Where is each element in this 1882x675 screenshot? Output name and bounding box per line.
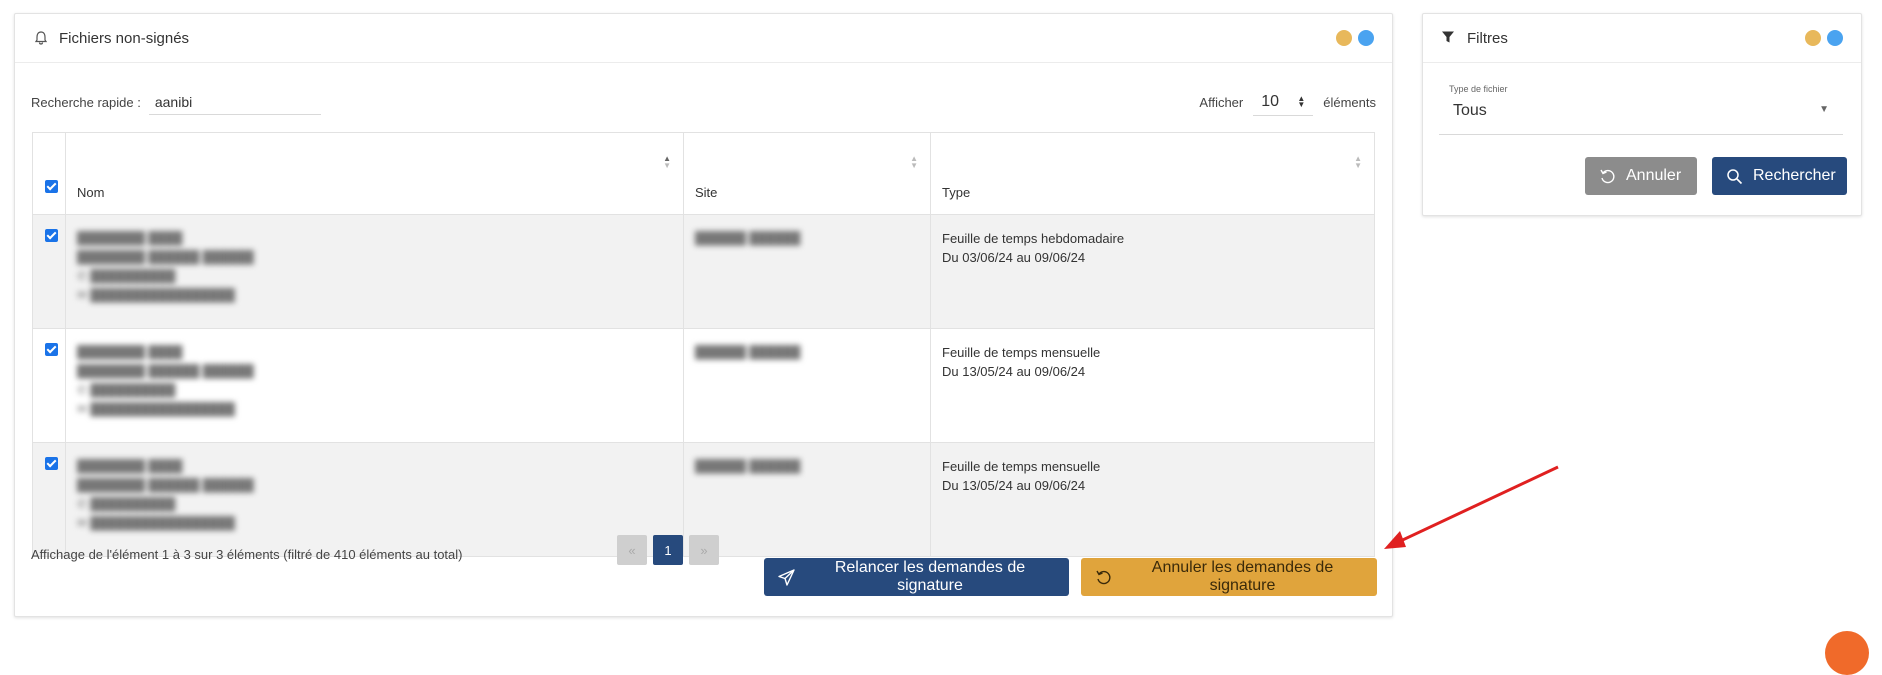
undo-icon xyxy=(1095,569,1112,586)
unsigned-files-table: Nom ▲ ▼ Site ▲ ▼ Type ▲ ▼ ████████ ████ ████… xyxy=(32,132,1375,557)
panel-controls xyxy=(1336,30,1374,46)
row-checkbox[interactable] xyxy=(45,457,58,470)
refresh-dot[interactable] xyxy=(1827,30,1843,46)
sort-icon: ▲ ▼ xyxy=(910,154,918,170)
table-row[interactable]: ████████ ████ ████████ ██████ ██████ ✆ ███… xyxy=(32,328,1375,443)
next-page-button[interactable]: » xyxy=(689,535,719,565)
quick-search-input[interactable] xyxy=(148,90,321,115)
site-cell-redacted: ██████ ██████ xyxy=(683,442,931,557)
red-annotation-arrow xyxy=(1384,465,1559,549)
pagination: « 1 » xyxy=(617,535,719,565)
select-all-checkbox[interactable] xyxy=(45,180,58,193)
panel-title: Fichiers non-signés xyxy=(59,29,190,47)
unsigned-files-panel: Fichiers non-signés Recherche rapide : A… xyxy=(14,13,1393,617)
panel-controls xyxy=(1805,30,1843,46)
sort-icon: ▲ ▼ xyxy=(1354,154,1362,170)
filter-icon xyxy=(1441,30,1457,46)
filters-panel: Filtres Type de fichier Tous ▼ Annuler R… xyxy=(1422,13,1862,216)
site-cell-redacted: ██████ ██████ xyxy=(683,328,931,443)
quick-search-label: Recherche rapide : xyxy=(31,95,141,110)
page-size-prefix: Afficher xyxy=(1199,94,1244,110)
row-checkbox-cell xyxy=(32,442,66,557)
cancel-requests-label: Annuler les demandes de signature xyxy=(1151,559,1334,594)
file-type: Feuille de temps mensuelle xyxy=(942,459,1101,474)
file-period: Du 13/05/24 au 09/06/24 xyxy=(942,364,1086,379)
file-period: Du 13/05/24 au 09/06/24 xyxy=(942,478,1086,493)
filters-header: Filtres xyxy=(1423,14,1861,63)
table-row[interactable]: ████████ ████ ████████ ██████ ██████ ✆ ███… xyxy=(32,214,1375,329)
resend-signature-requests-button[interactable]: Relancer les demandes de signature xyxy=(764,558,1069,596)
redacted-employee-info: ████████ ████ ████████ ██████ ██████ ✆ ███… xyxy=(77,459,254,530)
type-cell: Feuille de temps mensuelle Du 13/05/24 a… xyxy=(930,442,1375,557)
file-period: Du 03/06/24 au 09/06/24 xyxy=(942,250,1086,265)
row-checkbox[interactable] xyxy=(45,343,58,356)
file-type-value: Tous xyxy=(1453,102,1487,119)
resend-label: Relancer les demandes de signature xyxy=(834,559,1026,594)
row-checkbox-cell xyxy=(32,328,66,443)
undo-icon xyxy=(1599,168,1616,185)
collapse-dot[interactable] xyxy=(1336,30,1352,46)
search-icon xyxy=(1726,168,1743,185)
updown-icon: ▲ ▼ xyxy=(1297,93,1306,109)
column-header-name[interactable]: Nom ▲ ▼ xyxy=(65,132,684,215)
page-size-select[interactable]: 10 ▲ ▼ xyxy=(1253,88,1314,116)
refresh-dot[interactable] xyxy=(1358,30,1374,46)
site-cell-redacted: ██████ ██████ xyxy=(683,214,931,329)
redacted-employee-info: ████████ ████ ████████ ██████ ██████ ✆ ███… xyxy=(77,231,254,302)
panel-header: Fichiers non-signés xyxy=(15,14,1392,63)
pagination-info: Affichage de l'élément 1 à 3 sur 3 éléme… xyxy=(31,547,463,562)
prev-page-button[interactable]: « xyxy=(617,535,647,565)
collapse-dot[interactable] xyxy=(1805,30,1821,46)
file-type: Feuille de temps mensuelle xyxy=(942,345,1101,360)
cancel-signature-requests-button[interactable]: Annuler les demandes de signature xyxy=(1081,558,1377,596)
filter-cancel-label: Annuler xyxy=(1626,167,1682,184)
chevron-down-icon: ▼ xyxy=(1819,104,1829,115)
filter-search-button[interactable]: Rechercher xyxy=(1712,157,1847,195)
page-1-button[interactable]: 1 xyxy=(653,535,683,565)
sort-icon: ▲ ▼ xyxy=(663,154,671,170)
filter-cancel-button[interactable]: Annuler xyxy=(1585,157,1697,195)
row-checkbox-cell xyxy=(32,214,66,329)
bell-icon xyxy=(33,30,49,46)
file-type-select[interactable]: Type de fichier Tous ▼ xyxy=(1439,84,1843,135)
chat-widget-button[interactable] xyxy=(1825,631,1869,675)
select-all-header xyxy=(32,132,66,215)
name-cell-redacted: ████████ ████ ████████ ██████ ██████ ✆ ███… xyxy=(65,214,684,329)
page-size-control: Afficher 10 ▲ ▼ éléments xyxy=(1199,88,1376,116)
redacted-site: ██████ ██████ xyxy=(695,345,801,359)
filter-search-label: Rechercher xyxy=(1753,167,1836,184)
type-cell: Feuille de temps hebdomadaire Du 03/06/2… xyxy=(930,214,1375,329)
redacted-site: ██████ ██████ xyxy=(695,459,801,473)
type-cell: Feuille de temps mensuelle Du 13/05/24 a… xyxy=(930,328,1375,443)
page-size-value: 10 xyxy=(1261,92,1280,110)
redacted-site: ██████ ██████ xyxy=(695,231,801,245)
redacted-employee-info: ████████ ████ ████████ ██████ ██████ ✆ ███… xyxy=(77,345,254,416)
column-header-type[interactable]: Type ▲ ▼ xyxy=(930,132,1375,215)
file-type-label: Type de fichier xyxy=(1449,84,1508,94)
page-size-suffix: éléments xyxy=(1323,94,1376,110)
filters-title: Filtres xyxy=(1467,29,1508,47)
file-type: Feuille de temps hebdomadaire xyxy=(942,231,1125,246)
name-cell-redacted: ████████ ████ ████████ ██████ ██████ ✆ ███… xyxy=(65,442,684,557)
quick-search: Recherche rapide : xyxy=(31,90,321,115)
row-checkbox[interactable] xyxy=(45,229,58,242)
name-cell-redacted: ████████ ████ ████████ ██████ ██████ ✆ ███… xyxy=(65,328,684,443)
table-header-row: Nom ▲ ▼ Site ▲ ▼ Type ▲ ▼ xyxy=(32,132,1375,215)
send-icon xyxy=(778,568,795,586)
column-header-site[interactable]: Site ▲ ▼ xyxy=(683,132,931,215)
